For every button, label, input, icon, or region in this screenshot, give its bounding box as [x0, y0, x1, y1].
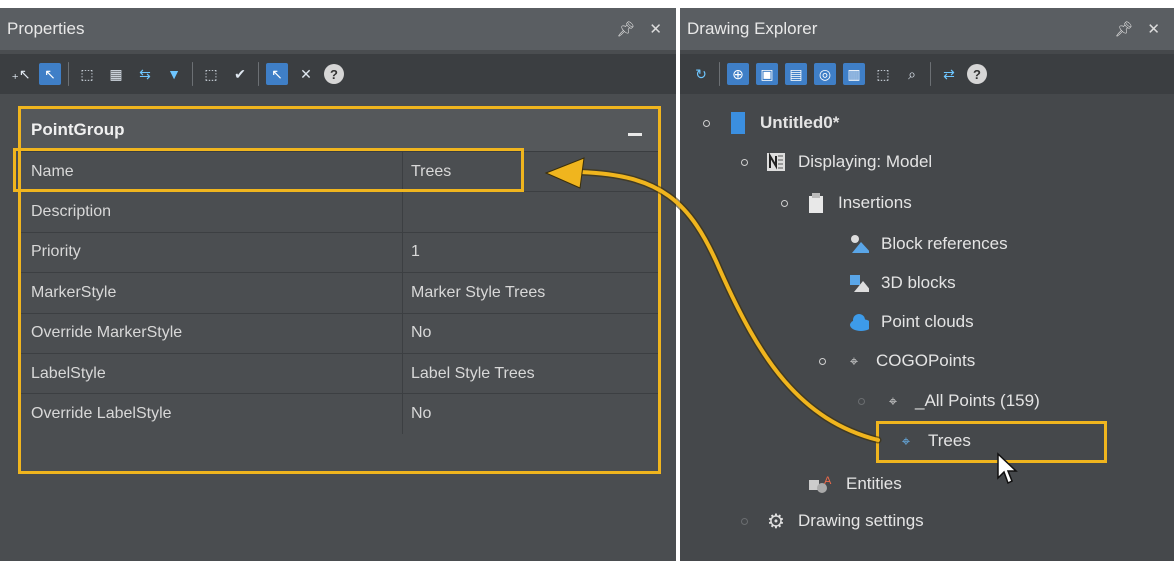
- expand-icon[interactable]: [703, 119, 710, 127]
- clipboard-icon: [806, 193, 826, 213]
- property-value[interactable]: Label Style Trees: [403, 354, 658, 393]
- tree-node-label: Block references: [881, 234, 1008, 253]
- tree-node-3d-blocks[interactable]: 3D blocks: [849, 273, 956, 293]
- explorer-toolbar: ↻ ⊕ ▣ ▤ ◎ ▥ ⬚ ⌕ ⇄ ?: [680, 54, 1174, 94]
- collapse-icon[interactable]: [628, 132, 642, 136]
- expand-icon[interactable]: [741, 517, 748, 525]
- tree-node-drawing-settings[interactable]: ⚙ Drawing settings: [741, 510, 924, 533]
- new-item-icon[interactable]: ⊕: [727, 63, 749, 85]
- select-similar-icon[interactable]: ⬚: [200, 63, 222, 85]
- tree-node-label: _All Points (159): [915, 391, 1040, 410]
- property-row-description[interactable]: Description: [21, 192, 658, 233]
- property-row-override-labelstyle[interactable]: Override LabelStyle No: [21, 394, 658, 434]
- edit-item-icon[interactable]: ▤: [785, 63, 807, 85]
- property-row-markerstyle[interactable]: MarkerStyle Marker Style Trees: [21, 273, 658, 314]
- crossing-select-icon[interactable]: ▦: [105, 63, 127, 85]
- property-key: Description: [21, 192, 403, 232]
- toolbar-separator: [719, 62, 720, 86]
- svg-text:A: A: [824, 475, 832, 487]
- help-icon[interactable]: ?: [324, 64, 344, 84]
- toolbar-separator: [258, 62, 259, 86]
- toolbar-separator: [930, 62, 931, 86]
- properties-title: Properties: [7, 19, 85, 38]
- expand-icon[interactable]: [781, 199, 788, 207]
- tree-node-block-references[interactable]: Block references: [849, 234, 1008, 254]
- tree-node-label: Entities: [846, 474, 902, 493]
- property-value[interactable]: Marker Style Trees: [403, 273, 658, 312]
- tree-node-insertions[interactable]: Insertions: [781, 193, 912, 213]
- expand-icon[interactable]: [858, 397, 865, 405]
- invert-selection-icon[interactable]: ⇆: [134, 63, 156, 85]
- tree-node-point-clouds[interactable]: Point clouds: [849, 312, 974, 332]
- name-row-highlight: [13, 148, 524, 192]
- tree-node-label: 3D blocks: [881, 273, 956, 292]
- mouse-cursor-icon: [997, 452, 1018, 485]
- pin-icon[interactable]: 📌︎: [616, 20, 635, 38]
- property-key: Override MarkerStyle: [21, 313, 403, 353]
- property-key: Priority: [21, 232, 403, 273]
- select-objects-icon[interactable]: ⬚: [872, 63, 894, 85]
- gear-icon: ⚙: [767, 510, 785, 533]
- 3d-block-icon: [849, 273, 869, 293]
- property-value[interactable]: No: [403, 314, 658, 353]
- tree-node-label: Displaying: Model: [798, 152, 933, 171]
- property-row-labelstyle[interactable]: LabelStyle Label Style Trees: [21, 353, 658, 395]
- help-icon[interactable]: ?: [967, 64, 987, 84]
- expand-icon[interactable]: [741, 158, 748, 166]
- explorer-title: Drawing Explorer: [687, 19, 818, 38]
- select-cursor-icon[interactable]: ↖: [39, 63, 61, 85]
- property-value[interactable]: [403, 192, 658, 231]
- tree-node-label: Untitled0*: [760, 113, 840, 132]
- property-key: MarkerStyle: [21, 273, 403, 313]
- window-select-icon[interactable]: ⬚: [76, 63, 98, 85]
- model-icon: [766, 152, 786, 172]
- tree-node-label: Drawing settings: [798, 511, 924, 530]
- properties-toolbar: ₊↖ ↖ ⬚ ▦ ⇆ ▼ ⬚ ✔ ↖ ✕ ?: [0, 54, 676, 94]
- sync-icon[interactable]: ⇄: [938, 63, 960, 85]
- tree-node-label: COGOPoints: [876, 351, 976, 370]
- cogo-point-icon: ⌖: [849, 352, 859, 370]
- add-selection-icon[interactable]: ₊↖: [10, 63, 32, 85]
- item-settings-icon[interactable]: ◎: [814, 63, 836, 85]
- tree-node-displaying-model[interactable]: Displaying: Model: [741, 152, 932, 172]
- property-group-name: PointGroup: [31, 120, 125, 139]
- zoom-to-icon[interactable]: ⌕: [901, 63, 923, 85]
- cloud-icon: [849, 312, 869, 332]
- refresh-icon[interactable]: ↻: [690, 63, 712, 85]
- property-key: Override LabelStyle: [21, 394, 403, 434]
- expand-icon[interactable]: [819, 357, 826, 365]
- property-group-header[interactable]: PointGroup: [21, 109, 658, 152]
- toolbar-separator: [68, 62, 69, 86]
- property-row-priority[interactable]: Priority 1: [21, 232, 658, 274]
- tree-node-label: Point clouds: [881, 312, 974, 331]
- copy-item-icon[interactable]: ▣: [756, 63, 778, 85]
- property-value[interactable]: 1: [403, 233, 658, 272]
- properties-title-bar: Properties 📌︎ ✕: [0, 8, 676, 50]
- pin-icon[interactable]: 📌︎: [1114, 20, 1133, 38]
- deselect-icon[interactable]: ✔: [229, 63, 251, 85]
- quick-select-icon[interactable]: ↖: [266, 63, 288, 85]
- trees-node-highlight: [876, 421, 1107, 463]
- tree-node-entities[interactable]: A Entities: [808, 474, 902, 494]
- property-value[interactable]: No: [403, 394, 658, 433]
- block-reference-icon: [849, 234, 869, 254]
- document-icon: [728, 112, 748, 134]
- cogo-point-icon: ⌖: [888, 392, 898, 410]
- close-icon[interactable]: ✕: [1147, 20, 1160, 38]
- property-row-override-markerstyle[interactable]: Override MarkerStyle No: [21, 313, 658, 354]
- tree-node-untitled[interactable]: Untitled0*: [703, 112, 840, 134]
- filter-icon[interactable]: ▼: [163, 63, 185, 85]
- properties-panel: Properties 📌︎ ✕ ₊↖ ↖ ⬚ ▦ ⇆ ▼ ⬚ ✔ ↖ ✕ ? P…: [0, 8, 676, 561]
- explorer-title-bar: Drawing Explorer 📌︎ ✕: [680, 8, 1174, 50]
- toolbar-separator: [192, 62, 193, 86]
- tree-node-all-points[interactable]: ⌖ _All Points (159): [858, 391, 1040, 411]
- tree-node-cogopoints[interactable]: ⌖ COGOPoints: [819, 351, 975, 371]
- property-key: LabelStyle: [21, 353, 403, 394]
- tree-node-label: Insertions: [838, 193, 912, 212]
- close-icon[interactable]: ✕: [649, 20, 662, 38]
- entities-icon: A: [808, 474, 834, 494]
- delete-item-icon[interactable]: ▥: [843, 63, 865, 85]
- remove-selection-icon[interactable]: ✕: [295, 63, 317, 85]
